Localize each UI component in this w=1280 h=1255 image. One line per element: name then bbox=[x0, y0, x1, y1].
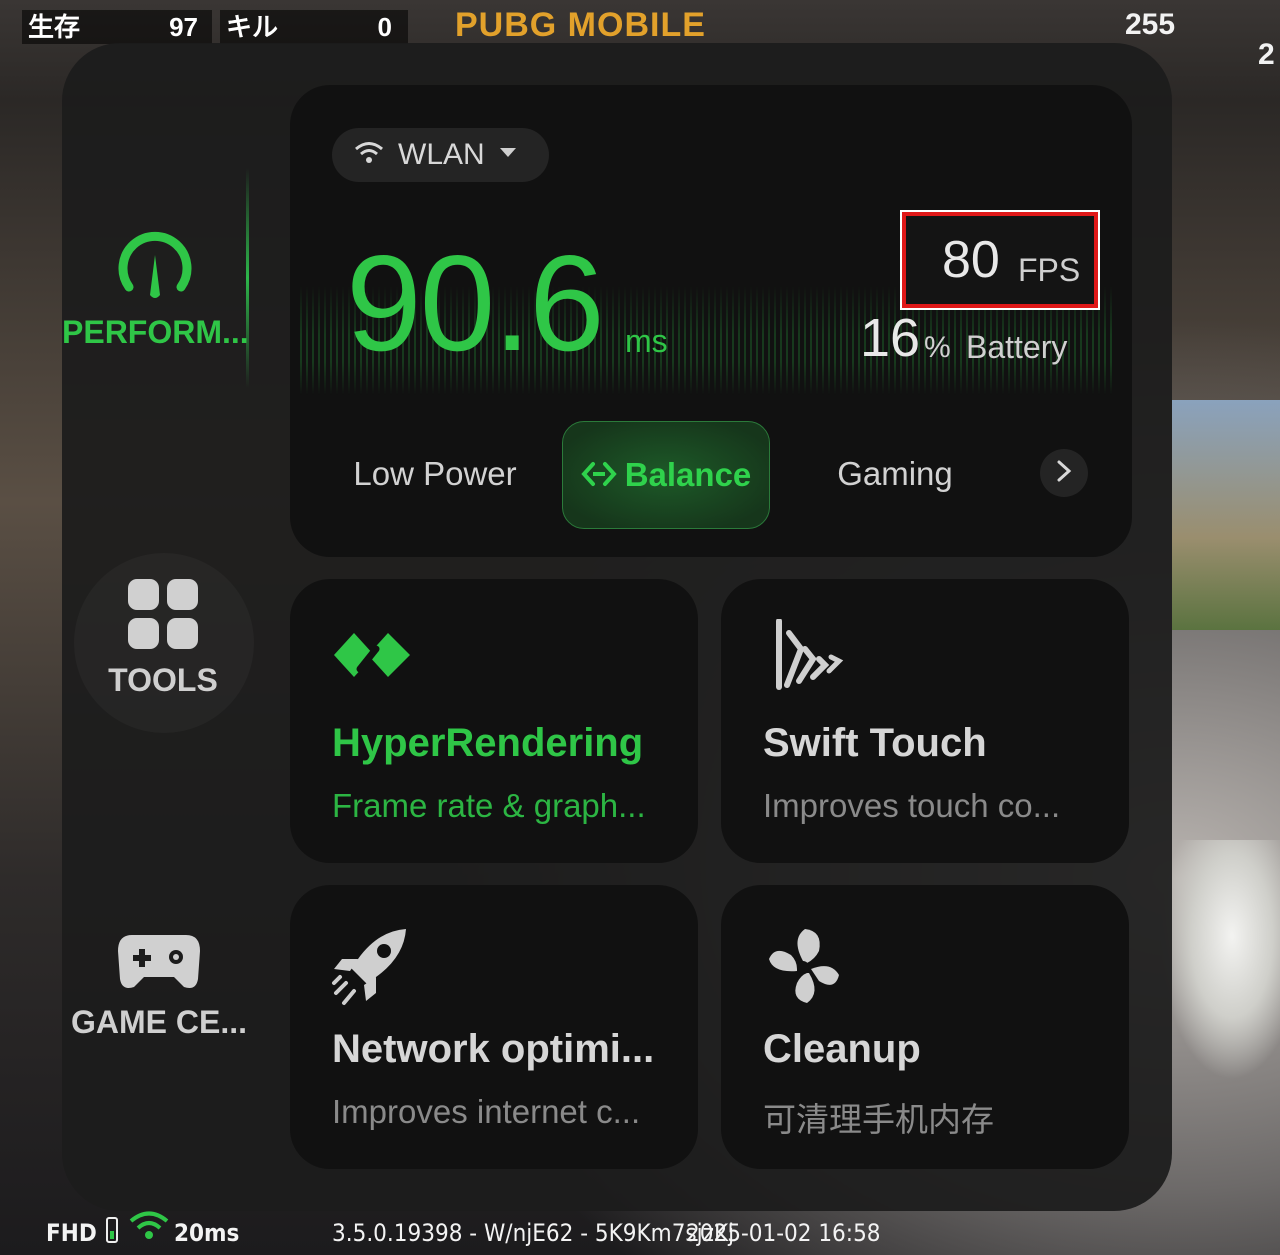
feature-title: HyperRendering bbox=[332, 721, 644, 765]
compass-heading: 255 bbox=[1125, 8, 1176, 41]
hyperrendering-icon bbox=[330, 619, 414, 703]
sidebar-item-game-center[interactable]: GAME CE... bbox=[66, 929, 252, 1041]
chevron-right-icon bbox=[1056, 459, 1072, 488]
sidebar-item-tools[interactable]: TOOLS bbox=[70, 577, 256, 699]
mode-balance-label: Balance bbox=[624, 456, 752, 493]
chevron-down-icon bbox=[499, 146, 517, 164]
rocket-icon bbox=[330, 925, 414, 1009]
swift-touch-icon bbox=[761, 618, 845, 703]
feature-tile-hyperrendering[interactable]: HyperRendering Frame rate & graph... bbox=[290, 579, 698, 863]
timestamp: 2025-01-02 16:58 bbox=[686, 1219, 881, 1247]
kills-count: 0 bbox=[377, 12, 392, 42]
game-hud-bottom: FHD 20ms 3.5.0.19398 - W/njE62 - 5K9Km7s… bbox=[0, 1205, 1280, 1255]
gamepad-icon bbox=[116, 935, 202, 997]
feature-subtitle: Frame rate & graph... bbox=[332, 787, 646, 824]
game-character bbox=[1160, 840, 1280, 1080]
kills-counter: キル 0 bbox=[220, 10, 408, 44]
fps-readout: 80 FPS bbox=[900, 210, 1100, 310]
wifi-icon bbox=[354, 141, 384, 170]
mode-low-power[interactable]: Low Power bbox=[330, 421, 540, 527]
sidebar-item-label: GAME CE... bbox=[70, 1004, 247, 1040]
network-label: WLAN bbox=[398, 138, 485, 171]
latency-value: 90.6 bbox=[346, 227, 605, 379]
sidebar-item-label: TOOLS bbox=[108, 662, 218, 698]
resolution-badge: FHD bbox=[46, 1219, 97, 1247]
mode-balance[interactable]: Balance bbox=[562, 421, 770, 529]
build-info: 3.5.0.19398 - W/njE62 - 5K9Km7sjzKj bbox=[332, 1219, 735, 1247]
mode-gaming[interactable]: Gaming bbox=[802, 421, 988, 527]
fps-value: 80 bbox=[942, 231, 1000, 289]
sidebar-item-label: PERFORM... bbox=[62, 314, 249, 350]
alive-label: 生存 bbox=[28, 12, 81, 42]
network-selector[interactable]: WLAN bbox=[332, 128, 549, 182]
game-logo: PUBG MOBILE bbox=[455, 6, 706, 44]
next-mode-button[interactable] bbox=[1040, 449, 1088, 497]
compass-marker: 2 bbox=[1258, 38, 1275, 71]
balance-icon bbox=[581, 424, 617, 530]
fps-unit: FPS bbox=[1018, 252, 1081, 288]
battery-status-icon bbox=[106, 1217, 118, 1243]
speedometer-icon bbox=[115, 231, 195, 307]
latency-unit: ms bbox=[625, 323, 668, 359]
battery-label: Battery bbox=[966, 329, 1068, 365]
game-window-scene bbox=[1172, 400, 1280, 630]
feature-title: Network optimi... bbox=[332, 1027, 655, 1071]
battery-unit: % bbox=[924, 331, 951, 364]
performance-card: WLAN 90.6 ms 80 FPS 16 % Battery Low Pow… bbox=[290, 85, 1132, 557]
feature-title: Cleanup bbox=[763, 1027, 921, 1071]
sidebar-item-performance[interactable]: PERFORM... bbox=[62, 225, 249, 351]
feature-tile-cleanup[interactable]: Cleanup 可清理手机内存 bbox=[721, 885, 1129, 1169]
feature-tile-swift-touch[interactable]: Swift Touch Improves touch co... bbox=[721, 579, 1129, 863]
battery-value: 16 bbox=[860, 308, 921, 368]
wifi-status-icon bbox=[128, 1210, 170, 1245]
feature-subtitle: 可清理手机内存 bbox=[763, 1101, 994, 1138]
grid-icon bbox=[126, 579, 200, 655]
feature-subtitle: Improves touch co... bbox=[763, 787, 1061, 824]
feature-tile-network-optimization[interactable]: Network optimi... Improves internet c... bbox=[290, 885, 698, 1169]
feature-subtitle: Improves internet c... bbox=[332, 1093, 641, 1130]
feature-title: Swift Touch bbox=[763, 721, 987, 765]
fan-icon bbox=[761, 925, 845, 1009]
game-assistant-panel: PERFORM... TOOLS GAME CE... WLAN 90.6 ms… bbox=[62, 43, 1172, 1211]
ping-readout: 20ms bbox=[174, 1219, 240, 1247]
alive-count: 97 bbox=[169, 12, 198, 42]
alive-counter: 生存 97 bbox=[22, 10, 212, 44]
kills-label: キル bbox=[226, 12, 279, 42]
